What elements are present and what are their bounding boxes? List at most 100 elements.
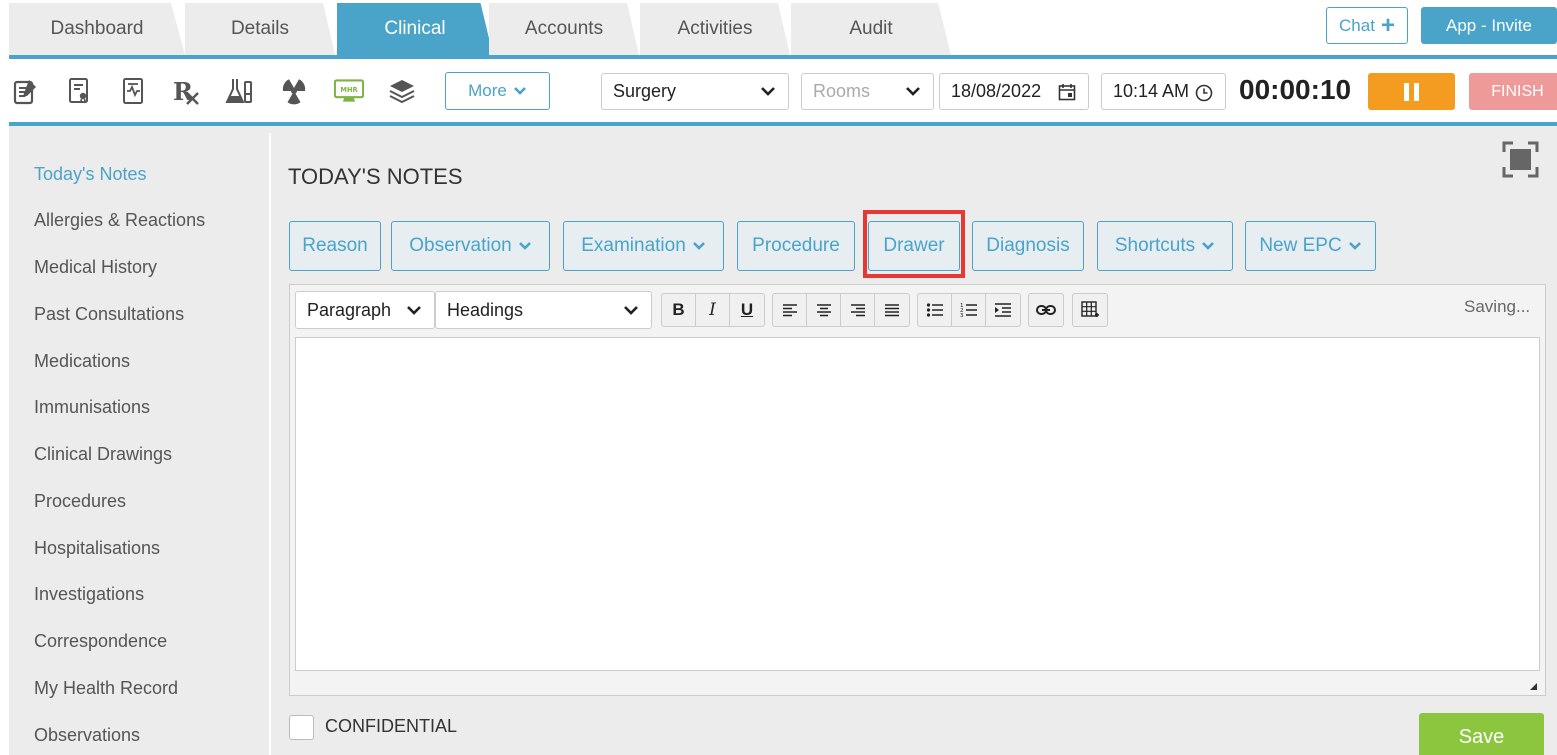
observation-button[interactable]: Observation (391, 221, 550, 271)
numbered-list-icon[interactable]: 123 (952, 294, 986, 326)
page-title: TODAY'S NOTES (288, 164, 463, 189)
report-icon[interactable] (118, 75, 148, 107)
mhr-text: MHR (340, 86, 357, 94)
align-justify-icon[interactable] (875, 294, 909, 326)
prescription-icon[interactable]: R (171, 75, 201, 107)
sidebar-item-medical-history[interactable]: Medical History (34, 257, 157, 278)
italic-icon[interactable]: I (696, 294, 730, 326)
chevron-down-icon (1348, 242, 1361, 250)
new-epc-button[interactable]: New EPC (1245, 221, 1376, 271)
sidebar-item-allergies[interactable]: Allergies & Reactions (34, 210, 205, 231)
date-field[interactable]: 18/08/2022 (939, 73, 1089, 110)
tab-audit[interactable]: Audit (791, 3, 951, 55)
diagnosis-button[interactable]: Diagnosis (972, 221, 1084, 271)
chevron-down-icon (906, 87, 920, 96)
location-select[interactable]: Surgery (601, 73, 789, 110)
fullscreen-icon[interactable] (1502, 141, 1539, 178)
stack-icon[interactable] (387, 75, 417, 107)
paragraph-value: Paragraph (307, 299, 392, 320)
bullet-list-icon[interactable] (918, 294, 952, 326)
shortcuts-label: Shortcuts (1114, 235, 1196, 256)
save-button[interactable]: Save (1419, 713, 1544, 755)
sidebar-item-todays-notes[interactable]: Today's Notes (34, 164, 147, 185)
chevron-down-icon (1202, 242, 1215, 250)
rooms-select[interactable]: Rooms (801, 73, 934, 110)
paragraph-select[interactable]: Paragraph (295, 291, 435, 329)
more-label: More (468, 81, 507, 100)
chat-label: Chat (1339, 15, 1375, 35)
indent-icon[interactable] (986, 294, 1020, 326)
clinical-sidebar: Today's Notes Allergies & Reactions Medi… (9, 133, 271, 755)
headings-select[interactable]: Headings (435, 291, 652, 329)
text-style-group: B I U (661, 293, 765, 327)
radiation-icon[interactable] (279, 75, 309, 107)
tab-clinical[interactable]: Clinical (337, 3, 493, 55)
reason-label: Reason (302, 235, 368, 256)
tab-details[interactable]: Details (185, 3, 335, 55)
list-group: 123 (917, 293, 1021, 327)
chevron-down-icon (513, 87, 526, 95)
sidebar-item-investigations[interactable]: Investigations (34, 584, 144, 605)
sidebar-item-my-health-record[interactable]: My Health Record (34, 678, 178, 699)
save-status: Saving... (1464, 297, 1531, 316)
headings-value: Headings (447, 299, 524, 320)
sidebar-item-hospitalisations[interactable]: Hospitalisations (34, 538, 160, 559)
underline-icon[interactable]: U (730, 294, 764, 326)
chevron-down-icon (407, 306, 421, 315)
sidebar-item-observations[interactable]: Observations (34, 725, 140, 746)
sidebar-item-correspondence[interactable]: Correspondence (34, 631, 167, 652)
diagnosis-label: Diagnosis (986, 235, 1070, 256)
reason-button[interactable]: Reason (289, 221, 381, 271)
confidential-label: CONFIDENTIAL (325, 716, 458, 736)
pause-icon (1404, 82, 1409, 101)
observation-label: Observation (409, 235, 512, 256)
sidebar-item-past-consultations[interactable]: Past Consultations (34, 304, 184, 325)
bold-icon[interactable]: B (662, 294, 696, 326)
location-value: Surgery (613, 81, 677, 101)
align-left-icon[interactable] (773, 294, 807, 326)
tab-dashboard[interactable]: Dashboard (9, 3, 185, 55)
chevron-down-icon (518, 242, 531, 250)
table-icon[interactable] (1073, 294, 1107, 326)
rooms-placeholder: Rooms (813, 81, 871, 101)
time-field[interactable]: 10:14 AM (1101, 73, 1226, 110)
notes-text-area[interactable] (295, 337, 1540, 671)
procedure-button[interactable]: Procedure (737, 221, 855, 271)
app-invite-button[interactable]: App - Invite (1421, 7, 1557, 44)
finish-button[interactable]: FINISH (1469, 73, 1557, 110)
tab-activities[interactable]: Activities (640, 3, 790, 55)
align-right-icon[interactable] (841, 294, 875, 326)
more-button[interactable]: More (445, 72, 550, 110)
resize-handle[interactable] (1530, 683, 1537, 690)
sidebar-item-procedures[interactable]: Procedures (34, 491, 126, 512)
calendar-icon[interactable] (1058, 83, 1076, 101)
lab-icon[interactable] (225, 75, 255, 107)
table-group (1072, 293, 1108, 327)
consult-timer: 00:00:10 (1239, 74, 1352, 105)
shortcuts-button[interactable]: Shortcuts (1097, 221, 1233, 271)
link-icon[interactable] (1029, 294, 1063, 326)
clinical-toolbar: R MHR More Surgery Rooms 18/08/2022 10:1… (9, 59, 1557, 122)
align-center-icon[interactable] (807, 294, 841, 326)
chevron-down-icon (692, 242, 705, 250)
pause-icon (1414, 82, 1419, 101)
link-group (1028, 293, 1064, 327)
clock-icon[interactable] (1195, 84, 1213, 102)
pause-button[interactable] (1368, 73, 1455, 110)
sidebar-item-immunisations[interactable]: Immunisations (34, 397, 150, 418)
chevron-down-icon (761, 87, 775, 96)
tab-accounts[interactable]: Accounts (489, 3, 639, 55)
sidebar-item-clinical-drawings[interactable]: Clinical Drawings (34, 444, 172, 465)
notes-icon[interactable] (11, 75, 41, 107)
chat-button[interactable]: Chat + (1326, 7, 1408, 44)
sidebar-item-medications[interactable]: Medications (34, 351, 130, 372)
confidential-checkbox[interactable] (289, 715, 314, 740)
time-value: 10:14 AM (1113, 81, 1190, 101)
alignment-group (772, 293, 910, 327)
mhr-icon[interactable]: MHR (332, 75, 366, 107)
date-value: 18/08/2022 (951, 81, 1042, 101)
examination-button[interactable]: Examination (563, 221, 724, 271)
examination-label: Examination (581, 235, 686, 256)
certificate-icon[interactable] (64, 75, 94, 107)
plus-icon: + (1380, 11, 1395, 39)
